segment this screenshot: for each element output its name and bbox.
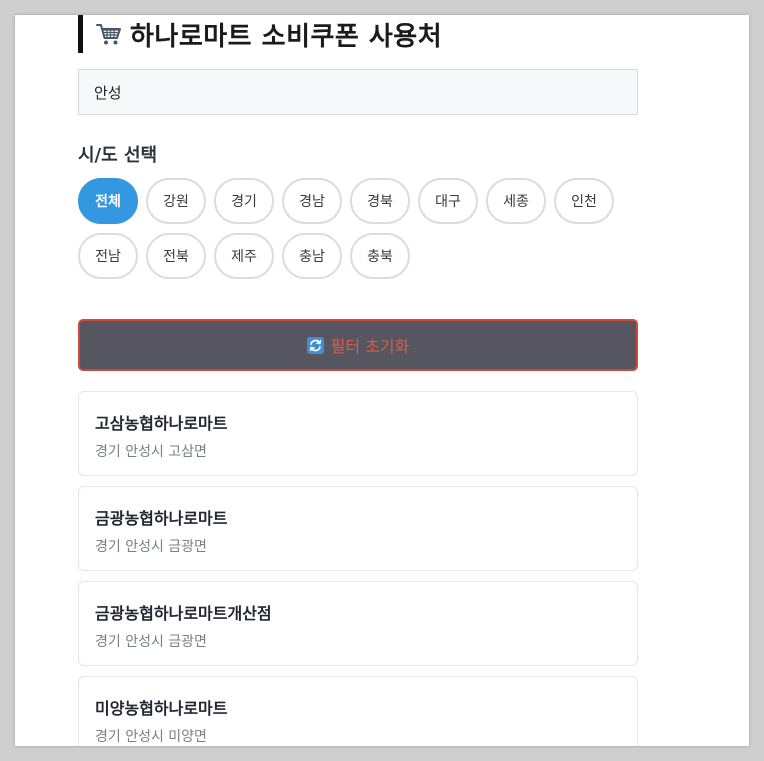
region-chip[interactable]: 전체 (78, 178, 138, 224)
region-chip[interactable]: 강원 (146, 178, 206, 224)
store-address: 경기 안성시 고삼면 (95, 444, 207, 460)
refresh-icon (306, 336, 324, 354)
store-name: 미양농협하나로마트 (95, 699, 228, 718)
store-address: 경기 안성시 금광면 (95, 539, 207, 555)
store-address: 경기 안성시 미양면 (95, 729, 207, 745)
region-chip[interactable]: 경기 (214, 178, 274, 224)
reset-filter-button[interactable]: 필터 초기화 (78, 319, 638, 371)
title-accent-bar (78, 15, 83, 53)
store-name: 금광농협하나로마트개산점 (95, 604, 272, 623)
page: 하나로마트 소비쿠폰 사용처 시/도 선택 전체강원경기경남경북대구세종인천전남… (15, 15, 749, 746)
region-chip[interactable]: 대구 (418, 178, 478, 224)
store-name: 금광농협하나로마트 (95, 509, 228, 528)
store-name: 고삼농협하나로마트 (95, 414, 228, 433)
region-chip[interactable]: 인천 (554, 178, 614, 224)
region-chip[interactable]: 전남 (78, 233, 138, 279)
search-input[interactable] (78, 69, 638, 115)
region-chip[interactable]: 제주 (214, 233, 274, 279)
region-chip[interactable]: 경북 (350, 178, 410, 224)
shopping-cart-icon (96, 24, 121, 45)
region-filter-label: 시/도 선택 (78, 145, 158, 166)
store-card[interactable]: 고삼농협하나로마트 경기 안성시 고삼면 (78, 391, 638, 476)
region-chip[interactable]: 경남 (282, 178, 342, 224)
region-chip[interactable]: 충남 (282, 233, 342, 279)
region-chip[interactable]: 세종 (486, 178, 546, 224)
region-chip[interactable]: 전북 (146, 233, 206, 279)
page-title: 하나로마트 소비쿠폰 사용처 (130, 21, 443, 52)
store-card[interactable]: 미양농협하나로마트 경기 안성시 미양면 (78, 676, 638, 746)
page-header: 하나로마트 소비쿠폰 사용처 (78, 15, 442, 53)
store-card[interactable]: 금광농협하나로마트 경기 안성시 금광면 (78, 486, 638, 571)
region-chip[interactable]: 충북 (350, 233, 410, 279)
reset-filter-label: 필터 초기화 (330, 337, 410, 356)
store-card[interactable]: 금광농협하나로마트개산점 경기 안성시 금광면 (78, 581, 638, 666)
store-address: 경기 안성시 금광면 (95, 634, 207, 650)
